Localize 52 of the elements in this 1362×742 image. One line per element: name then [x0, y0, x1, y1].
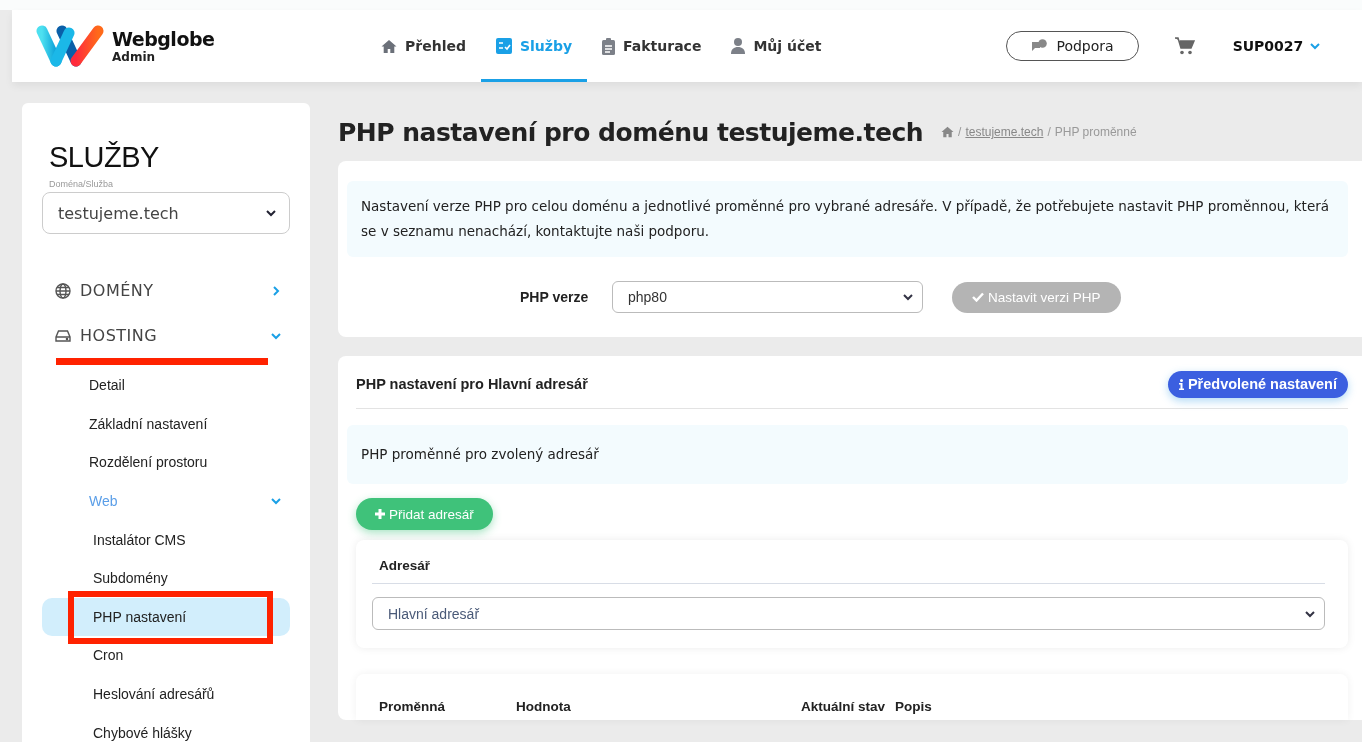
- sidebar-item[interactable]: Rozdělení prostoru: [42, 443, 290, 482]
- sidebar-title: SLUŽBY: [49, 141, 160, 174]
- menu-section[interactable]: DOMÉNY: [42, 268, 290, 313]
- domain-select[interactable]: testujeme.tech: [42, 192, 290, 234]
- sidebar-item[interactable]: Heslování adresářů: [42, 674, 290, 714]
- nav-tab[interactable]: Fakturace: [587, 10, 717, 82]
- column-header: Hodnota: [516, 699, 572, 714]
- menu-section[interactable]: HOSTING: [42, 313, 290, 358]
- nav-tab[interactable]: Přehled: [366, 10, 481, 82]
- logo-icon: [36, 25, 104, 67]
- column-header: Aktuální stav: [801, 699, 887, 714]
- chevron-down-icon[interactable]: [265, 207, 277, 219]
- sidebar-item[interactable]: PHP nastavení: [42, 597, 290, 637]
- default-settings-button[interactable]: Předvolené nastavení: [1167, 370, 1348, 398]
- sidebar-item[interactable]: Subdomény: [42, 558, 290, 598]
- sidebar-item[interactable]: Základní nastavení: [42, 404, 290, 444]
- brand-subtitle: Admin: [112, 50, 156, 64]
- chevron-icon[interactable]: [270, 284, 282, 297]
- clipboard-icon: [602, 37, 616, 55]
- cart-icon[interactable]: [1174, 37, 1195, 55]
- info-text: Nastavení verze PHP pro celou doménu a jednotlivé proměnné pro vybrané adresáře. V případě, že potřebujete nastavit PHP proměnnou, která se v seznamu nenachází, kontaktujte naši podporu.: [347, 181, 1348, 257]
- sidebar-item[interactable]: Chybové hlášky: [42, 713, 290, 742]
- check-icon: [972, 292, 984, 302]
- nav-tab[interactable]: Můj účet: [716, 10, 837, 82]
- checklist-icon: [495, 38, 512, 54]
- column-header: Proměnná: [379, 699, 447, 714]
- hard-drive-icon: [55, 329, 71, 342]
- sidebar-item[interactable]: Cron: [42, 636, 290, 675]
- globe-icon: [55, 282, 71, 299]
- plus-icon: [375, 509, 385, 519]
- breadcrumb-separator: /: [1047, 125, 1051, 139]
- php-version-select[interactable]: php80: [612, 281, 923, 313]
- home-icon: [381, 38, 397, 54]
- support-button[interactable]: Podpora: [1006, 31, 1139, 61]
- brand-name: Webglobe: [112, 28, 215, 50]
- info-icon: [1178, 378, 1184, 390]
- directory-select[interactable]: Hlavní adresář: [372, 597, 1325, 630]
- section-title: PHP nastavení pro Hlavní adresář: [356, 376, 588, 392]
- home-icon[interactable]: [941, 126, 955, 138]
- account-menu[interactable]: SUP0027: [1232, 38, 1304, 54]
- chevron-down-icon[interactable]: [902, 291, 914, 303]
- sidebar-item[interactable]: Instalátor CMS: [42, 520, 290, 559]
- info-text: PHP proměnné pro zvolený adresář: [347, 425, 1348, 484]
- breadcrumb-current: PHP proměnné: [1054, 125, 1137, 139]
- field-label: PHP verze: [520, 289, 590, 305]
- breadcrumb-separator: /: [958, 125, 962, 139]
- user-icon: [731, 38, 746, 54]
- select-label: Doména/Služba: [49, 179, 115, 189]
- column-header: Popis: [895, 699, 932, 714]
- sidebar-item[interactable]: Detail: [42, 366, 290, 405]
- field-label: Adresář: [372, 552, 1325, 584]
- page-title: PHP nastavení pro doménu testujeme.tech: [338, 117, 924, 147]
